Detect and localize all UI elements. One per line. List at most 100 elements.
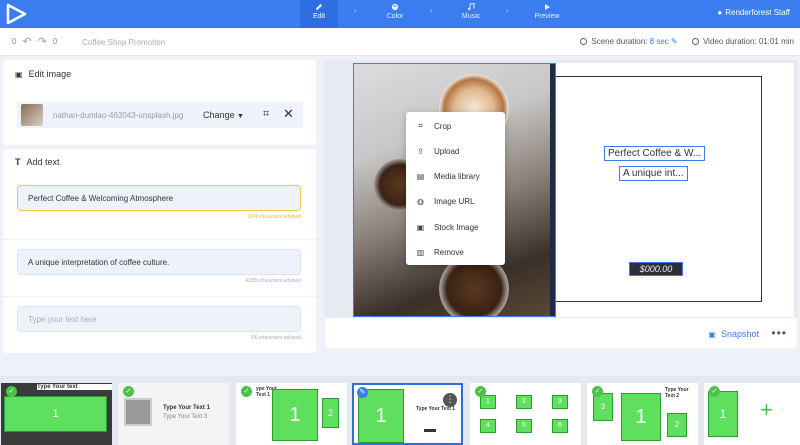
change-label: Change bbox=[203, 110, 235, 120]
slide-text-1[interactable]: Perfect Coffee & W... bbox=[604, 146, 706, 161]
image-edge bbox=[550, 64, 555, 316]
scene-thumbnail-5[interactable]: 1 2 3 4 5 6 ✓ bbox=[470, 383, 581, 445]
scene-duration-label: Scene duration: bbox=[591, 37, 648, 46]
step-edit[interactable]: Edit bbox=[300, 0, 338, 28]
menu-item-stock-image[interactable]: ▣ Stock Image bbox=[406, 217, 505, 237]
step-navigation: Edit › Color › Music › Preview bbox=[300, 0, 566, 28]
image-thumbnail[interactable] bbox=[21, 104, 43, 126]
menu-item-crop[interactable]: ⌗ Crop bbox=[406, 116, 505, 136]
globe-icon: ◍ bbox=[417, 196, 424, 206]
scene-thumbnail-1[interactable]: Type Your text 1 ✓ bbox=[1, 383, 112, 445]
add-text-header: T Add text bbox=[15, 157, 60, 167]
check-icon: ✓ bbox=[6, 386, 17, 397]
image-placeholder: 4 bbox=[480, 419, 496, 433]
play-icon bbox=[545, 4, 550, 10]
upload-icon: ⇪ bbox=[417, 146, 424, 156]
menu-item-remove[interactable]: ▥ Remove bbox=[406, 242, 505, 262]
image-placeholder: 1 bbox=[4, 396, 107, 432]
check-icon: ✓ bbox=[709, 386, 720, 397]
scene-thumb-title: Type Your Text 1 bbox=[163, 405, 210, 411]
preview-panel: Perfect Coffee & W... A unique int... $0… bbox=[325, 60, 797, 348]
edit-image-header: ▣ Edit image bbox=[15, 69, 71, 79]
image-placeholder: 2 bbox=[322, 398, 339, 428]
image-placeholder: 3 bbox=[593, 393, 613, 421]
menu-item-media-library[interactable]: ▤ Media library bbox=[406, 166, 505, 186]
image-placeholder: 6 bbox=[552, 419, 568, 433]
check-icon: ✓ bbox=[592, 386, 603, 397]
redo-count: 0 bbox=[52, 37, 58, 46]
image-icon: ▣ bbox=[15, 69, 23, 79]
scene-thumbnail-6[interactable]: 3 1 Type Your Text 2 2 ✓ bbox=[587, 383, 698, 445]
step-label: Music bbox=[461, 13, 481, 20]
step-separator: › bbox=[338, 0, 376, 28]
menu-label: Image URL bbox=[434, 196, 475, 206]
image-placeholder bbox=[124, 398, 152, 426]
scene-thumbnail-4[interactable]: 1 Type Your Text 1 ✎ ⋮ bbox=[352, 383, 463, 445]
trash-icon: ▥ bbox=[416, 247, 425, 257]
text-field-1-hint: 30/4 characters advised bbox=[247, 214, 301, 220]
snapshot-button[interactable]: ▣ Snapshot bbox=[708, 329, 759, 339]
scene-thumbnail-7[interactable]: 1 ✓ + bbox=[704, 383, 800, 445]
chevron-right-icon: › bbox=[430, 8, 433, 15]
scene-thumbnail-2[interactable]: Type Your Text 1 Type Your Text 3 ✓ bbox=[118, 383, 229, 445]
check-icon: ✓ bbox=[241, 386, 252, 397]
add-text-panel: T Add text Perfect Coffee & Welcoming At… bbox=[3, 149, 316, 353]
undo-count: 0 bbox=[12, 37, 17, 46]
scene-slide bbox=[556, 63, 794, 317]
price-placeholder bbox=[424, 429, 436, 432]
text-field-2-hint: 42/55 characters advised bbox=[245, 278, 301, 284]
edit-image-title: Edit image bbox=[28, 69, 72, 79]
pencil-icon bbox=[316, 4, 322, 10]
image-placeholder: 2 bbox=[516, 395, 532, 409]
image-placeholder: 2 bbox=[667, 413, 687, 437]
music-note-icon bbox=[468, 3, 475, 11]
slide-text-2[interactable]: A unique int... bbox=[619, 166, 688, 181]
step-music[interactable]: Music bbox=[452, 0, 490, 28]
text-icon: T bbox=[15, 157, 21, 167]
image-row: nathan-dumlao-463043-unsplash.jpg Change… bbox=[17, 102, 303, 128]
add-scene-icon[interactable]: + bbox=[760, 397, 773, 423]
menu-item-upload[interactable]: ⇪ Upload bbox=[406, 141, 505, 161]
step-label: Preview bbox=[534, 13, 560, 20]
step-label: Color bbox=[386, 13, 404, 20]
close-icon[interactable]: ✕ bbox=[283, 106, 294, 122]
step-preview[interactable]: Preview bbox=[528, 0, 566, 28]
slide-price[interactable]: $000.00 bbox=[629, 262, 683, 276]
undo-icon[interactable]: ↶ bbox=[22, 36, 31, 47]
pencil-icon[interactable]: ✎ bbox=[671, 37, 678, 46]
user-menu[interactable]: ● Renderforest Staff bbox=[717, 8, 790, 17]
user-icon: ● bbox=[717, 8, 723, 17]
chevron-right-icon: › bbox=[506, 8, 509, 15]
menu-label: Upload bbox=[434, 146, 460, 156]
menu-item-image-url[interactable]: ◍ Image URL bbox=[406, 191, 505, 211]
menu-label: Stock Image bbox=[434, 222, 479, 232]
change-image-button[interactable]: Change ▼ bbox=[203, 110, 244, 120]
step-label: Edit bbox=[312, 13, 326, 20]
renderforest-logo-icon[interactable] bbox=[4, 2, 28, 26]
video-duration-label: Video duration: 01:01 min bbox=[702, 37, 794, 46]
step-color[interactable]: Color bbox=[376, 0, 414, 28]
undo-redo-group: 0 ↶ ↷ 0 bbox=[12, 36, 58, 47]
image-placeholder: 1 bbox=[621, 393, 661, 441]
scene-duration-value[interactable]: 8 sec bbox=[650, 37, 669, 46]
project-title[interactable]: Coffee Shop Promotion bbox=[82, 38, 165, 47]
scene-thumbnail-3[interactable]: ype Your Text 1 1 2 ✓ bbox=[236, 383, 347, 445]
text-field-3[interactable]: Type your text here bbox=[17, 306, 301, 332]
crop-icon[interactable]: ⌗ bbox=[263, 108, 269, 121]
redo-icon[interactable]: ↷ bbox=[38, 36, 47, 47]
scene-thumb-subtitle: Type Your Text 3 bbox=[163, 414, 208, 420]
more-options-icon[interactable]: ••• bbox=[771, 326, 787, 340]
crop-icon: ⌗ bbox=[418, 121, 423, 130]
image-placeholder: 5 bbox=[516, 419, 532, 433]
more-options-icon[interactable]: ⋮ bbox=[443, 393, 457, 407]
divider bbox=[3, 239, 316, 240]
text-field-2[interactable]: A unique interpretation of coffee cultur… bbox=[17, 249, 301, 275]
scene-thumb-title: Type Your text bbox=[37, 384, 112, 390]
clock-icon bbox=[580, 38, 588, 45]
palette-icon bbox=[391, 3, 399, 11]
menu-label: Media library bbox=[434, 171, 480, 181]
check-icon: ✓ bbox=[475, 386, 486, 397]
clock-icon bbox=[691, 38, 699, 45]
check-icon: ✓ bbox=[123, 386, 134, 397]
text-field-1[interactable]: Perfect Coffee & Welcoming Atmosphere bbox=[17, 185, 301, 211]
